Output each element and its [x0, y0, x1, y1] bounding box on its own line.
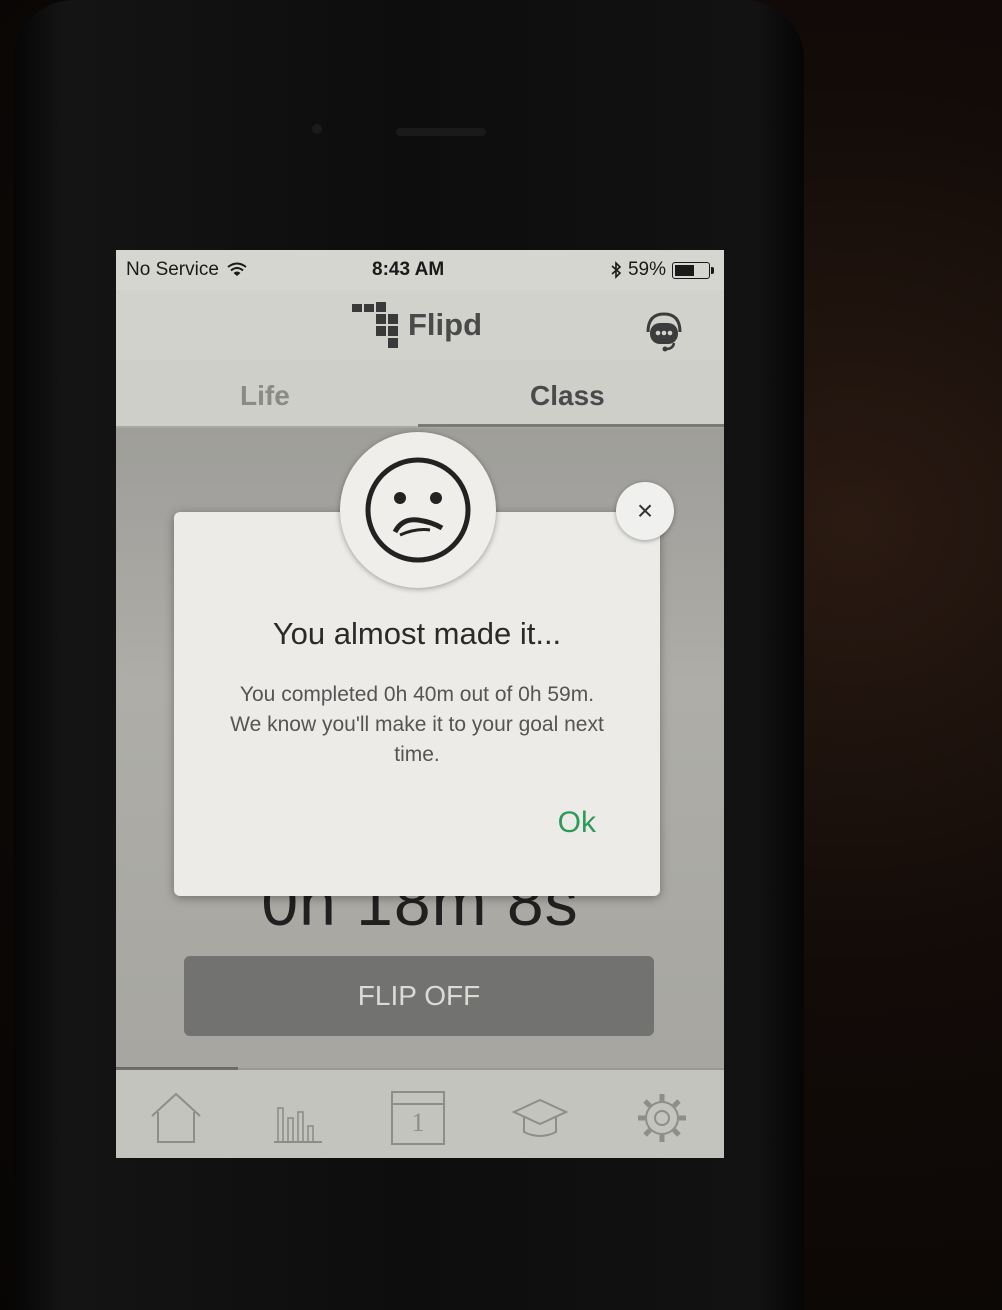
app-logo: Flipd: [352, 302, 482, 348]
carrier-label: No Service: [126, 259, 219, 280]
ok-button[interactable]: Ok: [558, 806, 596, 840]
mode-tabs: Life Class: [116, 360, 724, 428]
tab-class[interactable]: Class: [530, 380, 605, 412]
earpiece-speaker: [396, 128, 486, 136]
front-camera: [312, 124, 322, 134]
home-icon[interactable]: [146, 1088, 206, 1148]
calendar-button[interactable]: 1: [388, 1088, 448, 1148]
headset-support-icon: [646, 312, 682, 352]
dialog-title: You almost made it...: [272, 616, 562, 651]
app-name: Flipd: [408, 307, 483, 342]
stats-bar-chart-icon[interactable]: [266, 1088, 326, 1148]
tab-life[interactable]: Life: [240, 380, 290, 412]
graduation-cap-icon[interactable]: [510, 1088, 570, 1148]
calendar-day: 1: [411, 1108, 425, 1137]
gear-icon[interactable]: [632, 1088, 692, 1148]
sad-face-icon: [365, 457, 471, 563]
status-time: 8:43 AM: [372, 259, 445, 280]
status-bar: No Service 8:43 AM 59%: [116, 250, 724, 290]
close-dialog-button[interactable]: ×: [616, 482, 674, 540]
wifi-icon: [227, 262, 247, 276]
bottom-tab-bar: 1: [116, 1067, 724, 1158]
battery-percent: 59%: [627, 259, 666, 280]
flipd-logo-icon: [352, 302, 398, 348]
bluetooth-icon: [611, 261, 622, 279]
battery-tip: [711, 266, 714, 274]
face-badge: [340, 432, 496, 588]
battery-fill: [675, 264, 694, 276]
active-tab-indicator: [418, 424, 724, 427]
app-header: Flipd: [116, 290, 724, 360]
battery-icon: [672, 261, 714, 279]
dialog-message: You completed 0h 40m out of 0h 59m. We k…: [230, 683, 604, 766]
phone-screen: No Service 8:43 AM 59% Flipd Life Class …: [116, 250, 724, 1158]
support-button[interactable]: [640, 306, 688, 354]
